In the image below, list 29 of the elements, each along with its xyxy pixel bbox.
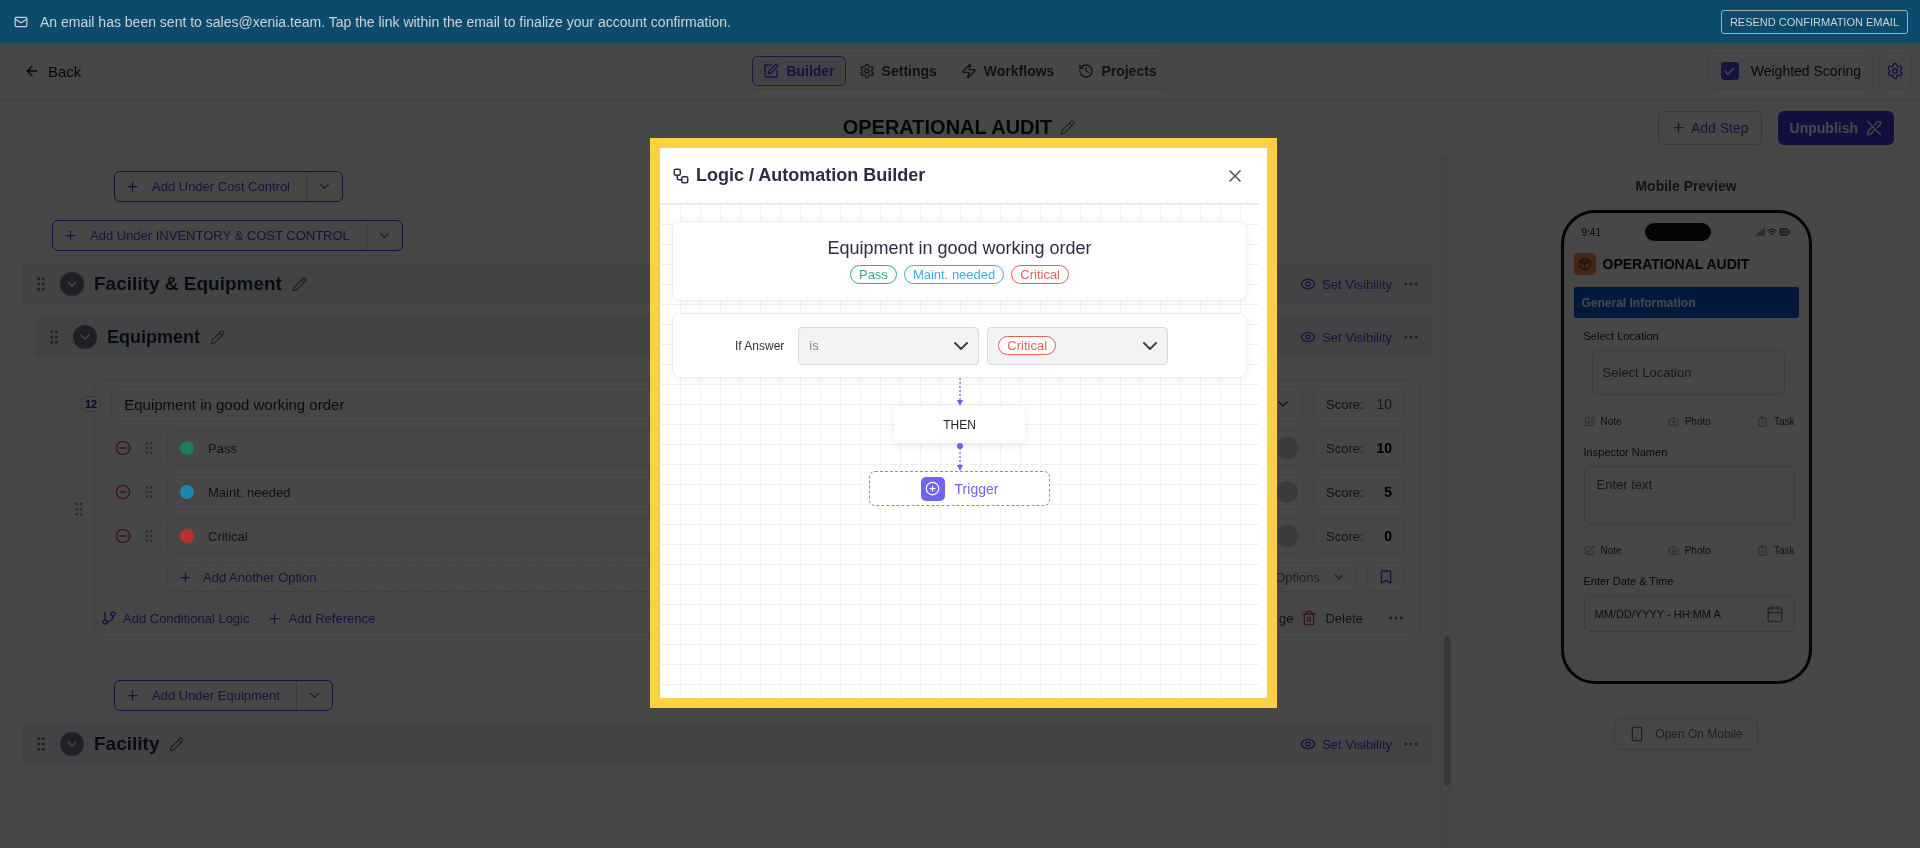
section-title: Equipment [107,326,200,348]
flowchart-icon [672,166,690,185]
field-label: Enter Date & Time [1583,575,1675,587]
mail-icon [14,14,28,29]
answer-tag: Critical [1011,265,1069,284]
section-title: Facility & Equipment [94,273,282,295]
answer-select[interactable]: Critical [987,326,1169,365]
answer-tag: Maint. needed [903,265,1005,284]
status-time: 9:41 [1581,226,1601,238]
field-label: Select Location [1583,330,1660,342]
page-title: OPERATIONAL AUDIT [842,116,1053,139]
connector-line [955,443,964,471]
resend-email-button[interactable]: RESEND CONFIRMATION EMAIL [1720,9,1908,34]
app-title: OPERATIONAL AUDIT [1602,256,1750,272]
section-title: Facility [94,733,160,755]
modal-title: Logic / Automation Builder [696,165,926,186]
trigger-button[interactable]: Trigger [869,471,1050,506]
condition-label: If Answer [735,338,785,353]
answer-tag: Critical [998,336,1057,355]
preview-heading: Mobile Preview [1635,178,1737,194]
banner-message: An email has been sent to sales@xenia.team. Tap the link within the email to finalize your account confirmation. [40,13,731,30]
answer-tag: Pass [849,265,897,284]
field-label: Inspector Namen [1583,446,1669,458]
then-node: THEN [894,406,1025,443]
connector-line [955,378,964,406]
node-question: Equipment in good working order [827,238,1092,259]
chevron-down-icon [954,341,969,350]
operator-select[interactable]: is [798,326,980,365]
chevron-down-icon [1143,341,1158,350]
